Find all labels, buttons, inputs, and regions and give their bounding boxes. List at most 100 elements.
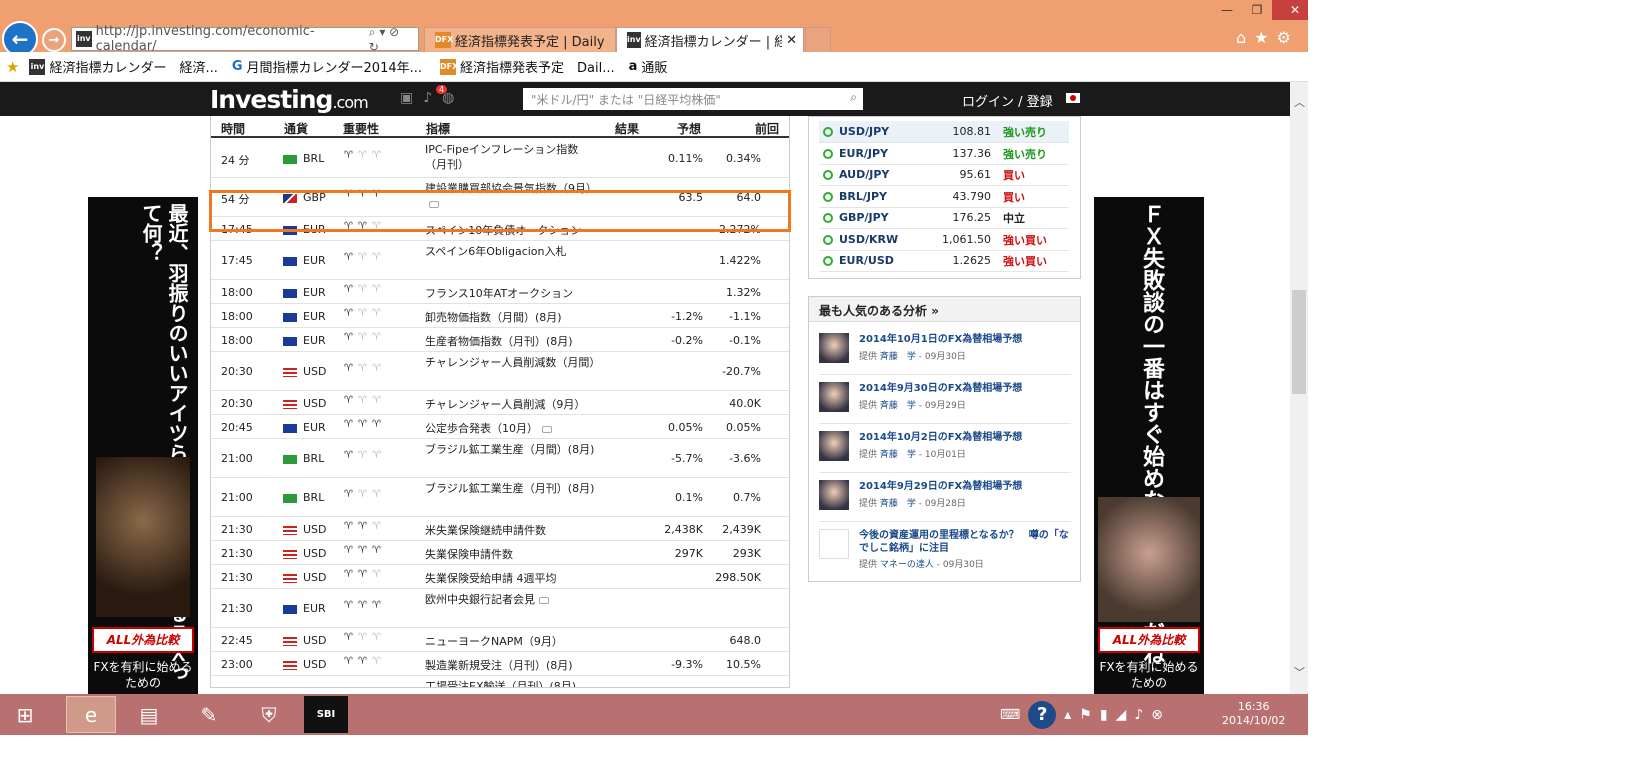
- tab-dailyfx[interactable]: DFX 経済指標発表予定 | Daily FX...: [424, 27, 616, 53]
- tab-investing-calendar[interactable]: inv 経済指標カレンダー | 経済指... ✕: [616, 27, 804, 53]
- article-title[interactable]: 2014年10月2日のFX為替相場予想: [859, 431, 1069, 444]
- table-row[interactable]: 20:30 USD ♈♈♈ チャレンジャー人員削減数（月間） -20.7%: [211, 353, 789, 391]
- tray-expand-icon[interactable]: ▴: [1064, 707, 1071, 723]
- column-forecast[interactable]: 予想: [677, 120, 701, 137]
- quote-row[interactable]: EUR/JPY 137.36 強い売り: [819, 143, 1069, 165]
- search-input[interactable]: "米ドル/円" または "日経平均株価" ⌕: [523, 88, 863, 110]
- favorite-dailyfx[interactable]: DFX 経済指標発表予定 Dail...: [436, 57, 615, 76]
- quote-pair[interactable]: GBP/JPY: [839, 211, 889, 224]
- article-author[interactable]: 斉藤 学: [880, 401, 916, 411]
- quote-pair[interactable]: EUR/JPY: [839, 147, 888, 160]
- quote-pair[interactable]: EUR/USD: [839, 254, 894, 267]
- table-row[interactable]: 21:00 BRL ♈♈♈ ブラジル鉱工業生産（月刊）(8月) 0.1% 0.7%: [211, 479, 789, 517]
- table-row[interactable]: 24 分 BRL ♈♈♈ IPC-Fipeインフレーション指数（月刊） 0.11% 0.3…: [211, 140, 789, 178]
- internet-explorer-icon[interactable]: e: [66, 696, 116, 733]
- login-link[interactable]: ログイン / 登録: [962, 91, 1053, 110]
- quote-row[interactable]: EUR/USD 1.2625 強い買い: [819, 250, 1069, 272]
- article-item[interactable]: 2014年10月1日のFX為替相場予想 提供 斉藤 学 - 09月30日: [819, 327, 1071, 375]
- left-ad-banner[interactable]: 最近、羽振りのいいアイツらがよく言っているＦＸって何？ ALL外為比較 FXを有…: [88, 197, 198, 694]
- article-title[interactable]: 2014年10月1日のFX為替相場予想: [859, 333, 1069, 346]
- restore-icon[interactable]: ❐: [1242, 0, 1272, 20]
- favorite-google[interactable]: G 月間指標カレンダー2014年...: [232, 57, 422, 76]
- article-title[interactable]: 今後の資産運用の里程標となるか？ 噂の「なでしこ銘柄」に注目: [859, 529, 1069, 555]
- new-tab-button[interactable]: [805, 27, 831, 53]
- page-scrollbar[interactable]: ︿ ﹀: [1290, 82, 1308, 694]
- quote-row[interactable]: USD/KRW 1,061.50 強い買い: [819, 229, 1069, 251]
- favorite-investing[interactable]: inv 経済指標カレンダー 経済...: [25, 57, 218, 76]
- article-title[interactable]: 2014年9月30日のFX為替相場予想: [859, 382, 1069, 395]
- quote-pair[interactable]: USD/JPY: [839, 125, 889, 138]
- article-author[interactable]: 斉藤 学: [880, 352, 916, 362]
- keyboard-icon[interactable]: ⌨: [1000, 707, 1020, 723]
- column-event[interactable]: 指標: [426, 120, 450, 137]
- paint-icon[interactable]: ✎: [184, 696, 234, 733]
- battery-icon[interactable]: ▮: [1100, 707, 1108, 723]
- forward-button[interactable]: →: [42, 28, 66, 52]
- quote-pair[interactable]: AUD/JPY: [839, 168, 889, 181]
- tab-close-icon[interactable]: ✕: [786, 33, 797, 48]
- security-shield-icon[interactable]: ⛨: [244, 696, 294, 733]
- address-bar[interactable]: inv http://jp.investing.com/economic-cal…: [71, 24, 419, 54]
- comment-icon[interactable]: [542, 425, 552, 433]
- portfolio-icon[interactable]: ▣: [400, 90, 413, 106]
- table-row[interactable]: 20:45 EUR ♈♈♈ 公定歩合発表（10月） 0.05% 0.05%: [211, 416, 789, 439]
- article-item[interactable]: 2014年10月2日のFX為替相場予想 提供 斉藤 学 - 10月01日: [819, 425, 1071, 473]
- home-icon[interactable]: ⌂: [1236, 28, 1246, 47]
- table-row[interactable]: 18:00 EUR ♈♈♈ 生産者物価指数（月刊）(8月) -0.2% -0.1%: [211, 329, 789, 352]
- taskbar-clock[interactable]: 16:36 2014/10/02: [1222, 700, 1285, 728]
- quote-pair[interactable]: USD/KRW: [839, 233, 898, 246]
- gear-icon[interactable]: ⚙: [1277, 28, 1291, 47]
- article-item[interactable]: 2014年9月29日のFX為替相場予想 提供 斉藤 学 - 09月28日: [819, 474, 1071, 522]
- file-explorer-icon[interactable]: ▤: [124, 696, 174, 733]
- comment-icon[interactable]: [539, 596, 549, 604]
- column-actual[interactable]: 結果: [615, 120, 639, 137]
- close-circle-icon[interactable]: ⊗: [1151, 707, 1163, 723]
- article-title[interactable]: 2014年9月29日のFX為替相場予想: [859, 480, 1069, 493]
- quote-row[interactable]: GBP/JPY 176.25 中立: [819, 207, 1069, 229]
- table-row[interactable]: 23:00 USD ♈♈♈ 製造業新規受注（月刊）(8月) -9.3% 10.5%: [211, 653, 789, 676]
- article-item[interactable]: 今後の資産運用の里程標となるか？ 噂の「なでしこ銘柄」に注目 提供 マネーの達人 …: [819, 523, 1071, 571]
- scroll-up-icon[interactable]: ︿: [1294, 94, 1305, 110]
- search-icon[interactable]: ⌕: [850, 90, 857, 105]
- quote-row[interactable]: BRL/JPY 43.790 買い: [819, 186, 1069, 208]
- popular-analysis-title[interactable]: 最も人気のある分析 »: [809, 297, 1080, 322]
- flag-icon[interactable]: ⚑: [1079, 707, 1092, 723]
- table-row[interactable]: 21:30 EUR ♈♈♈ 欧州中央銀行記者会見: [211, 590, 789, 628]
- table-row[interactable]: 20:30 USD ♈♈♈ チャレンジャー人員削減（9月） 40.0K: [211, 392, 789, 415]
- column-currency[interactable]: 通貨: [284, 120, 308, 137]
- help-icon[interactable]: ?: [1028, 700, 1057, 729]
- japan-flag-icon[interactable]: [1066, 93, 1080, 103]
- right-ad-banner[interactable]: ＦＸ失敗談の一番はすぐ始めなかったことだね ALL外為比較 FXを有利に始めるた…: [1094, 197, 1204, 694]
- favorite-amazon[interactable]: a 通販: [629, 57, 668, 76]
- table-row[interactable]: 21:30 USD ♈♈♈ 米失業保険継続申請件数 2,438K 2,439K: [211, 518, 789, 541]
- bell-icon[interactable]: ♪: [423, 90, 432, 106]
- quote-pair[interactable]: BRL/JPY: [839, 190, 887, 203]
- scroll-thumb[interactable]: [1292, 290, 1306, 394]
- favorites-star-icon[interactable]: ★: [1254, 28, 1268, 47]
- column-previous[interactable]: 前回: [755, 120, 779, 137]
- table-row[interactable]: 18:00 EUR ♈♈♈ 卸売物価指数（月間）(8月) -1.2% -1.1%: [211, 305, 789, 328]
- article-author[interactable]: マネーの達人: [880, 560, 934, 570]
- column-time[interactable]: 時間: [221, 120, 245, 137]
- table-row[interactable]: 23:00USD♈♈♈工場受注EX輸送（月刊）(8月)-0.8%: [211, 677, 789, 687]
- table-row[interactable]: 22:45 USD ♈♈♈ ニューヨークNAPM（9月） 648.0: [211, 629, 789, 652]
- volume-icon[interactable]: ♪: [1134, 707, 1143, 723]
- article-item[interactable]: 2014年9月30日のFX為替相場予想 提供 斉藤 学 - 09月29日: [819, 376, 1071, 424]
- start-windows-icon[interactable]: ⊞: [0, 696, 50, 733]
- table-row[interactable]: 21:30 USD ♈♈♈ 失業保険受給申請 4週平均 298.50K: [211, 566, 789, 589]
- minimize-icon[interactable]: —: [1212, 0, 1242, 20]
- article-author[interactable]: 斉藤 学: [880, 450, 916, 460]
- article-author[interactable]: 斉藤 学: [880, 499, 916, 509]
- table-row[interactable]: 17:45 EUR ♈♈♈ スペイン6年Obligacion入札 1.422%: [211, 242, 789, 280]
- table-row[interactable]: 21:00 BRL ♈♈♈ ブラジル鉱工業生産（月間）(8月) -5.7% -3.6%: [211, 440, 789, 478]
- network-icon[interactable]: ◢: [1116, 707, 1127, 723]
- favorites-star-icon[interactable]: ★: [6, 58, 19, 76]
- table-row[interactable]: 18:00 EUR ♈♈♈ フランス10年ATオークション 1.32%: [211, 281, 789, 304]
- quote-row[interactable]: USD/JPY 108.81 強い売り: [819, 121, 1069, 143]
- site-logo[interactable]: Investing.com: [210, 85, 369, 114]
- column-importance[interactable]: 重要性: [343, 120, 379, 137]
- quote-row[interactable]: AUD/JPY 95.61 買い: [819, 164, 1069, 186]
- address-controls-icon[interactable]: ⌕ ▾ ⊘ ↻: [369, 25, 418, 54]
- scroll-down-icon[interactable]: ﹀: [1294, 664, 1305, 680]
- table-row[interactable]: 21:30 USD ♈♈♈ 失業保険申請件数 297K 293K: [211, 542, 789, 565]
